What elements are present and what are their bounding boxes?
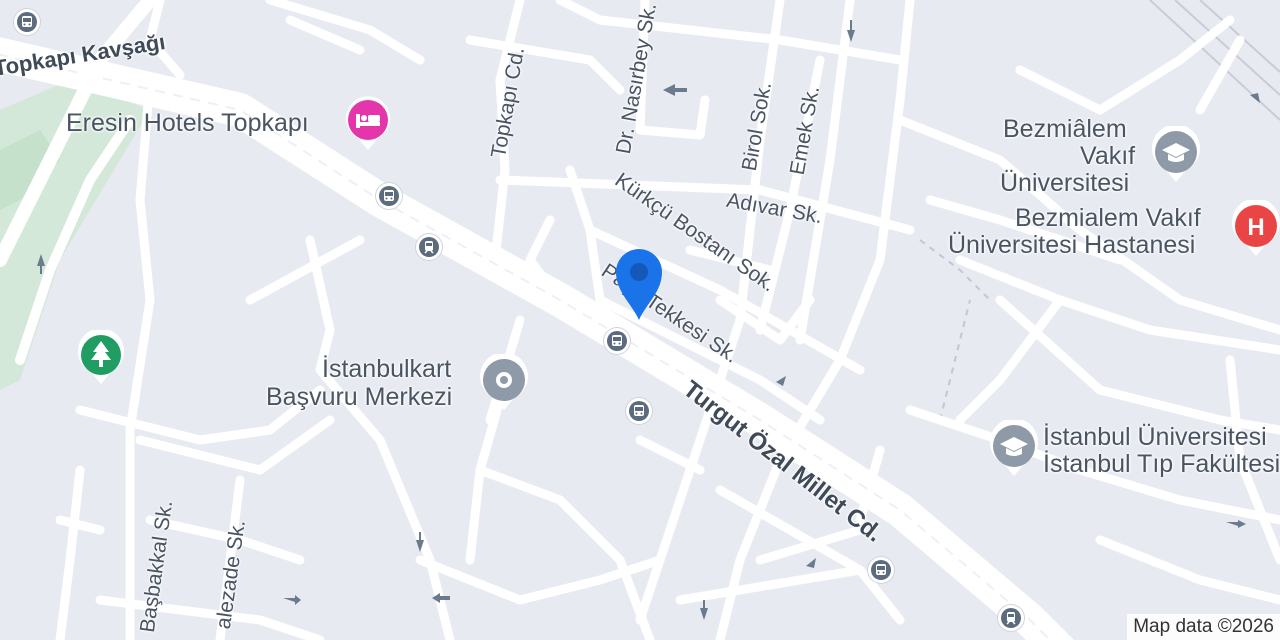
poi-label-istanbulkart-line1: İstanbulkart bbox=[322, 355, 452, 383]
bus-stop-icon[interactable] bbox=[626, 398, 652, 424]
bus-stop-icon[interactable] bbox=[14, 9, 40, 35]
poi-label-bezmialem-uni-line1: Bezmiâlem bbox=[1003, 115, 1127, 143]
poi-label-eresin-hotel: Eresin Hotels Topkapı bbox=[66, 109, 309, 137]
poi-label-bezmialem-hospital-line1: Bezmialem Vakıf bbox=[1015, 204, 1201, 232]
poi-label-bezmialem-hospital-line2: Üniversitesi Hastanesi bbox=[948, 231, 1196, 259]
bus-stop-icon[interactable] bbox=[376, 183, 402, 209]
park-icon[interactable] bbox=[76, 330, 126, 386]
hospital-icon[interactable]: H bbox=[1230, 200, 1280, 258]
map-view[interactable]: Topkapı Kavşağı Topkapı Cd. Dr. Nasırbey… bbox=[0, 0, 1280, 640]
university-icon[interactable] bbox=[988, 420, 1040, 478]
bus-icon bbox=[17, 12, 37, 32]
place-icon[interactable] bbox=[478, 354, 530, 412]
poi-label-istanbulkart-line2: Başvuru Merkezi bbox=[266, 383, 453, 411]
tram-stop-icon[interactable] bbox=[416, 234, 442, 260]
poi-label-bezmialem-uni-line2: Vakıf bbox=[1080, 142, 1136, 170]
bus-icon bbox=[871, 560, 891, 580]
bus-stop-icon[interactable] bbox=[604, 328, 630, 354]
tram-stop-icon[interactable] bbox=[998, 605, 1024, 631]
bus-icon bbox=[607, 331, 627, 351]
svg-text:H: H bbox=[1247, 214, 1264, 241]
map-attribution[interactable]: Map data ©2026 bbox=[1127, 614, 1280, 640]
poi-label-bezmialem-uni-line3: Üniversitesi bbox=[1000, 169, 1130, 197]
poi-label-istanbul-uni-line2: İstanbul Tıp Fakültesi bbox=[1043, 450, 1280, 478]
tram-icon bbox=[1001, 608, 1021, 628]
bus-icon bbox=[379, 186, 399, 206]
university-icon[interactable] bbox=[1150, 126, 1202, 184]
bus-icon bbox=[629, 401, 649, 421]
poi-label-istanbul-uni-line1: İstanbul Üniversitesi bbox=[1043, 423, 1267, 451]
tram-icon bbox=[419, 237, 439, 257]
bus-stop-icon[interactable] bbox=[868, 557, 894, 583]
location-pin-icon[interactable] bbox=[610, 244, 668, 324]
hotel-icon[interactable] bbox=[344, 96, 392, 152]
